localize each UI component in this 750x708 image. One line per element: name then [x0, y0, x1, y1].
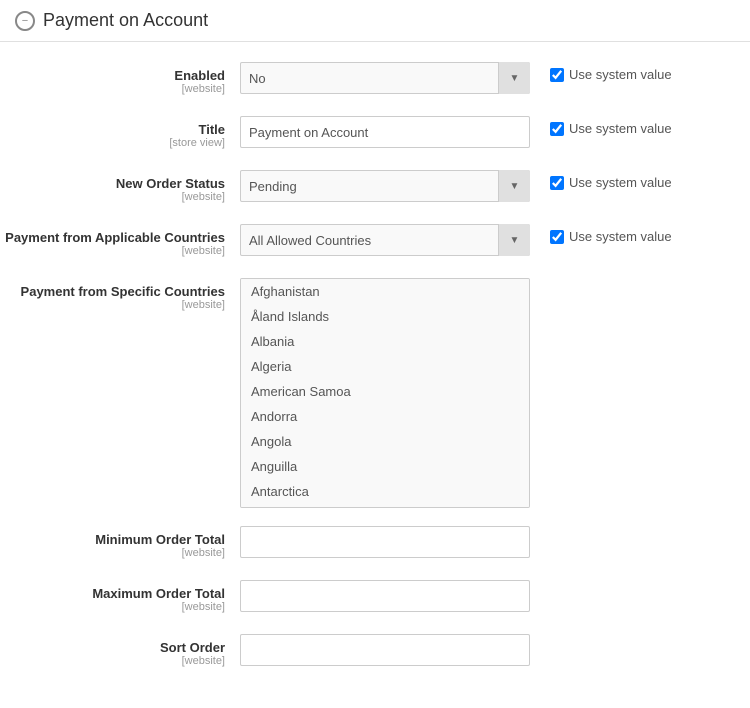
enabled-label: Enabled [0, 68, 225, 83]
country-antigua-barbuda[interactable]: Antigua and Barbuda [241, 504, 529, 508]
applicable-countries-select-wrapper: All Allowed Countries Specific Countries… [240, 224, 530, 256]
country-algeria[interactable]: Algeria [241, 354, 529, 379]
sort-order-label: Sort Order [0, 640, 225, 655]
order-status-label-col: New Order Status [website] [0, 170, 240, 203]
specific-countries-listbox[interactable]: Afghanistan Åland Islands Albania Algeri… [240, 278, 530, 508]
collapse-icon[interactable]: − [15, 11, 35, 31]
title-label: Title [0, 122, 225, 137]
enabled-select-wrapper: No Yes ▼ [240, 62, 530, 94]
title-system-value-checkbox[interactable] [550, 122, 564, 136]
max-order-scope: [website] [0, 601, 225, 613]
order-status-system-value-text: Use system value [569, 175, 672, 190]
order-status-label: New Order Status [0, 176, 225, 191]
enabled-system-value-label: Use system value [550, 67, 672, 82]
order-status-select-wrapper: Pending Processing Complete ▼ [240, 170, 530, 202]
applicable-countries-label: Payment from Applicable Countries [0, 230, 225, 245]
sort-order-label-col: Sort Order [website] [0, 634, 240, 667]
min-order-scope: [website] [0, 547, 225, 559]
enabled-label-col: Enabled [website] [0, 62, 240, 95]
title-label-col: Title [store view] [0, 116, 240, 149]
min-order-row: Minimum Order Total [website] [0, 526, 750, 562]
order-status-row: New Order Status [website] Pending Proce… [0, 170, 750, 206]
enabled-system-value-col: Use system value [530, 62, 672, 82]
applicable-countries-select[interactable]: All Allowed Countries Specific Countries [240, 224, 530, 256]
applicable-countries-system-value-text: Use system value [569, 229, 672, 244]
enabled-scope: [website] [0, 83, 225, 95]
payment-form: Enabled [website] No Yes ▼ Use system va… [0, 42, 750, 708]
country-angola[interactable]: Angola [241, 429, 529, 454]
title-system-value-label: Use system value [550, 121, 672, 136]
min-order-label: Minimum Order Total [0, 532, 225, 547]
title-system-value-col: Use system value [530, 116, 672, 136]
country-american-samoa[interactable]: American Samoa [241, 379, 529, 404]
title-input-col [240, 116, 530, 148]
min-order-input[interactable] [240, 526, 530, 558]
country-albania[interactable]: Albania [241, 329, 529, 354]
applicable-countries-scope: [website] [0, 245, 225, 257]
specific-countries-label-col: Payment from Specific Countries [website… [0, 278, 240, 311]
sort-order-scope: [website] [0, 655, 225, 667]
sort-order-input[interactable] [240, 634, 530, 666]
title-input[interactable] [240, 116, 530, 148]
order-status-select[interactable]: Pending Processing Complete [240, 170, 530, 202]
country-antarctica[interactable]: Antarctica [241, 479, 529, 504]
page-title: Payment on Account [43, 10, 208, 31]
page-header: − Payment on Account [0, 0, 750, 42]
applicable-countries-system-value-checkbox[interactable] [550, 230, 564, 244]
applicable-countries-label-col: Payment from Applicable Countries [websi… [0, 224, 240, 257]
enabled-select[interactable]: No Yes [240, 62, 530, 94]
country-aland-islands[interactable]: Åland Islands [241, 304, 529, 329]
specific-countries-label: Payment from Specific Countries [0, 284, 225, 299]
countries-list: Afghanistan Åland Islands Albania Algeri… [241, 279, 529, 508]
applicable-countries-system-value-label: Use system value [550, 229, 672, 244]
applicable-countries-row: Payment from Applicable Countries [websi… [0, 224, 750, 260]
order-status-system-value-checkbox[interactable] [550, 176, 564, 190]
sort-order-input-col [240, 634, 530, 666]
order-status-system-value-col: Use system value [530, 170, 672, 190]
country-andorra[interactable]: Andorra [241, 404, 529, 429]
enabled-system-value-checkbox[interactable] [550, 68, 564, 82]
country-afghanistan[interactable]: Afghanistan [241, 279, 529, 304]
specific-countries-scope: [website] [0, 299, 225, 311]
order-status-system-value-label: Use system value [550, 175, 672, 190]
enabled-row: Enabled [website] No Yes ▼ Use system va… [0, 62, 750, 98]
title-row: Title [store view] Use system value [0, 116, 750, 152]
country-anguilla[interactable]: Anguilla [241, 454, 529, 479]
title-scope: [store view] [0, 137, 225, 149]
order-status-input-col: Pending Processing Complete ▼ [240, 170, 530, 202]
max-order-input[interactable] [240, 580, 530, 612]
max-order-row: Maximum Order Total [website] [0, 580, 750, 616]
title-system-value-text: Use system value [569, 121, 672, 136]
min-order-input-col [240, 526, 530, 558]
order-status-scope: [website] [0, 191, 225, 203]
applicable-countries-input-col: All Allowed Countries Specific Countries… [240, 224, 530, 256]
max-order-label: Maximum Order Total [0, 586, 225, 601]
specific-countries-row: Payment from Specific Countries [website… [0, 278, 750, 508]
min-order-label-col: Minimum Order Total [website] [0, 526, 240, 559]
specific-countries-input-col: Afghanistan Åland Islands Albania Algeri… [240, 278, 530, 508]
max-order-label-col: Maximum Order Total [website] [0, 580, 240, 613]
sort-order-row: Sort Order [website] [0, 634, 750, 670]
max-order-input-col [240, 580, 530, 612]
enabled-system-value-text: Use system value [569, 67, 672, 82]
enabled-input-col: No Yes ▼ [240, 62, 530, 94]
applicable-countries-system-value-col: Use system value [530, 224, 672, 244]
